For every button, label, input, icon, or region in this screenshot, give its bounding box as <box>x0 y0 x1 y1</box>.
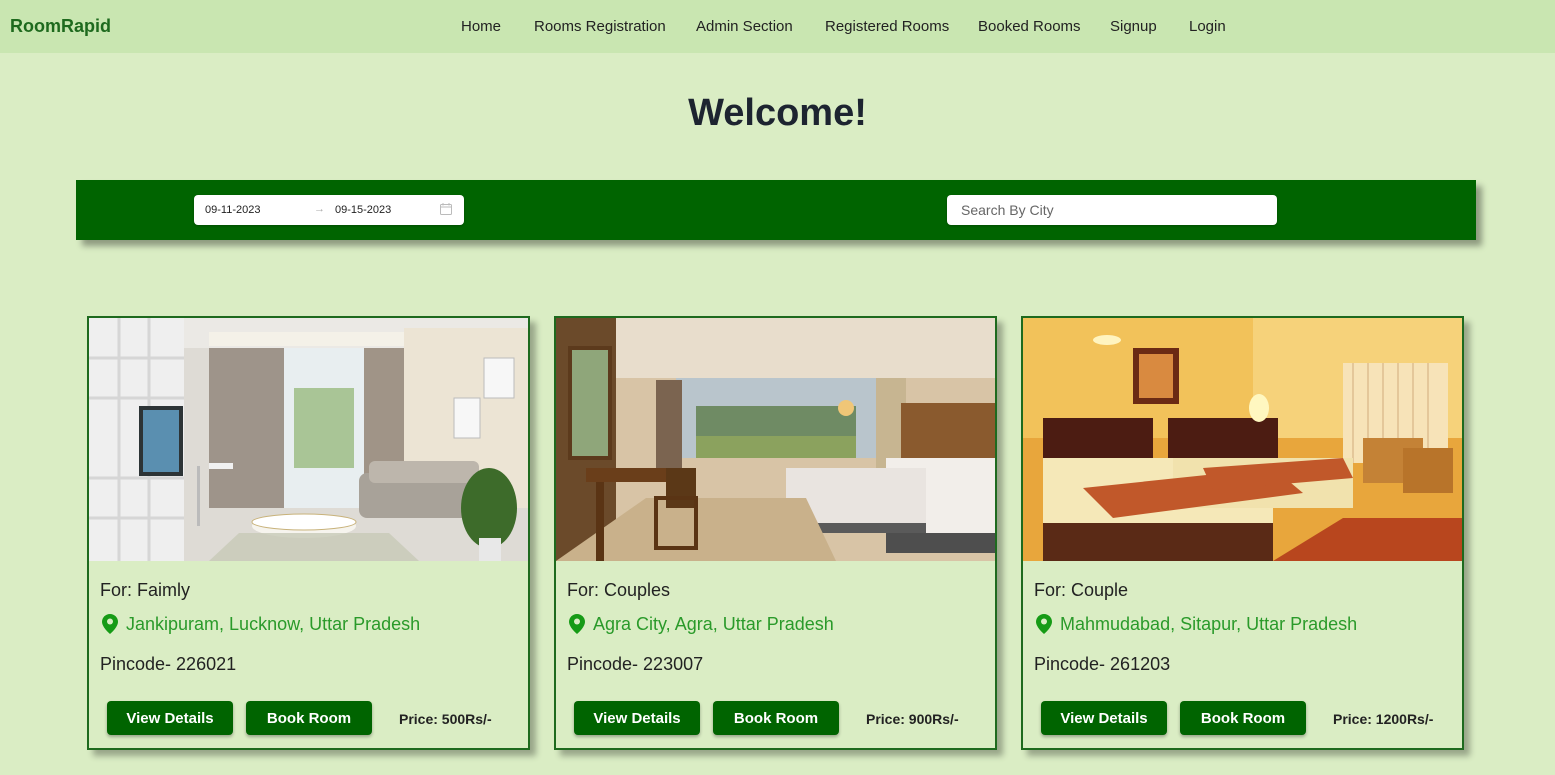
search-bar: 09-11-2023 → 09-15-2023 <box>76 180 1476 240</box>
nav-admin-section[interactable]: Admin Section <box>696 18 793 35</box>
room-audience: For: Couples <box>567 580 671 600</box>
view-details-button[interactable]: View Details <box>574 701 700 735</box>
date-range-picker[interactable]: 09-11-2023 → 09-15-2023 <box>194 195 464 225</box>
room-pincode: Pincode- 261203 <box>1034 654 1171 674</box>
room-location: Jankipuram, Lucknow, Uttar Pradesh <box>126 614 421 634</box>
room-photo-living-room <box>89 318 528 561</box>
room-price: Price: 500Rs/- <box>399 711 492 727</box>
view-details-button[interactable]: View Details <box>107 701 233 735</box>
navbar: RoomRapid Home Rooms Registration Admin … <box>0 0 1555 53</box>
start-date-field[interactable]: 09-11-2023 <box>205 204 260 216</box>
book-room-button[interactable]: Book Room <box>1180 701 1306 735</box>
book-room-button[interactable]: Book Room <box>246 701 372 735</box>
room-card-3: For: Couple Mahmudabad, Sitapur, Uttar P… <box>1021 316 1464 750</box>
nav-home[interactable]: Home <box>461 18 501 35</box>
room-price: Price: 900Rs/- <box>866 711 959 727</box>
location-pin-icon <box>102 614 118 634</box>
brand-logo[interactable]: RoomRapid <box>10 16 111 37</box>
date-range-arrow-icon: → <box>314 203 325 215</box>
room-audience: For: Couple <box>1034 580 1129 600</box>
nav-rooms-registration[interactable]: Rooms Registration <box>534 18 666 35</box>
room-location: Agra City, Agra, Uttar Pradesh <box>593 614 834 634</box>
room-pincode: Pincode- 226021 <box>100 654 237 674</box>
nav-booked-rooms[interactable]: Booked Rooms <box>978 18 1081 35</box>
room-price: Price: 1200Rs/- <box>1333 711 1434 727</box>
city-search-input[interactable] <box>947 195 1277 225</box>
end-date-field[interactable]: 09-15-2023 <box>335 204 391 216</box>
room-photo-hotel-bedroom <box>1023 318 1462 561</box>
room-photo-twin-bedroom <box>556 318 995 561</box>
room-audience: For: Faimly <box>100 580 190 600</box>
location-pin-icon <box>1036 614 1052 634</box>
page-title: Welcome! <box>688 92 867 134</box>
nav-login[interactable]: Login <box>1189 18 1226 35</box>
nav-signup[interactable]: Signup <box>1110 18 1157 35</box>
view-details-button[interactable]: View Details <box>1041 701 1167 735</box>
book-room-button[interactable]: Book Room <box>713 701 839 735</box>
location-pin-icon <box>569 614 585 634</box>
nav-registered-rooms[interactable]: Registered Rooms <box>825 18 949 35</box>
room-card-2: For: Couples Agra City, Agra, Uttar Prad… <box>554 316 997 750</box>
room-location: Mahmudabad, Sitapur, Uttar Pradesh <box>1060 614 1358 634</box>
calendar-icon[interactable] <box>440 203 452 215</box>
room-card-1: For: Faimly Jankipuram, Lucknow, Uttar P… <box>87 316 530 750</box>
room-pincode: Pincode- 223007 <box>567 654 704 674</box>
